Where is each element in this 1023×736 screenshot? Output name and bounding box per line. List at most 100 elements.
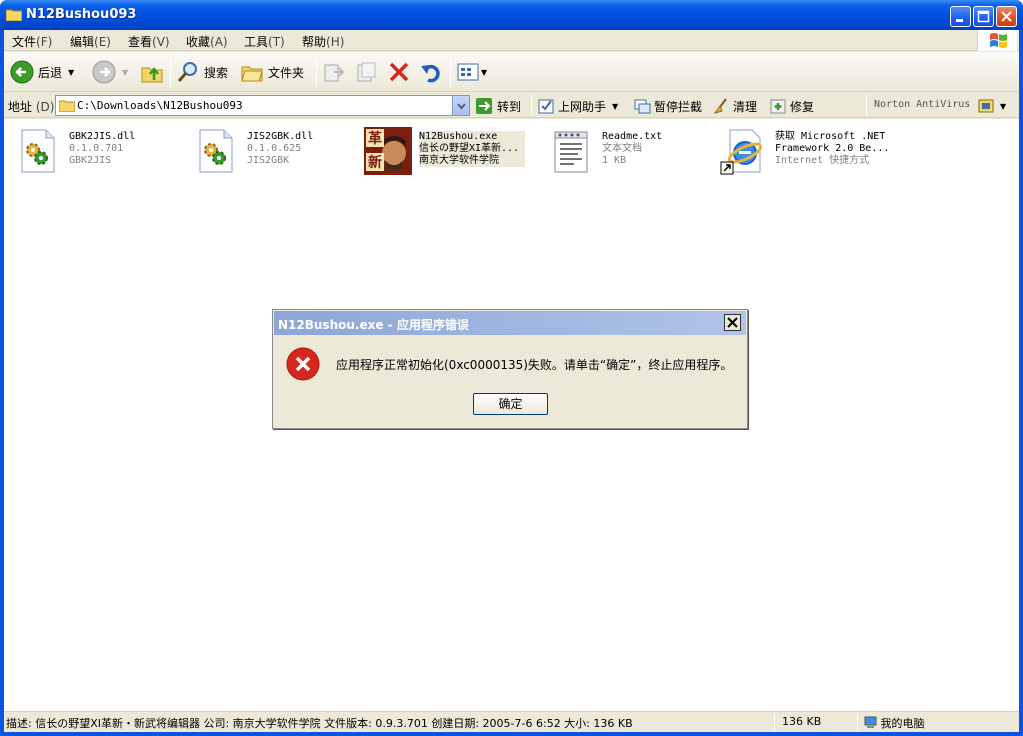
file-version: 0.1.0.701: [69, 143, 124, 154]
toolbar-separator: [531, 95, 532, 116]
web-helper-button[interactable]: 上网助手 ▼: [537, 96, 618, 116]
address-label: 地址 (D): [8, 100, 55, 114]
dialog-close-button[interactable]: [724, 314, 741, 331]
repair-icon: [770, 99, 786, 114]
forward-arrow-icon: [92, 60, 116, 84]
menu-view[interactable]: 查看(V): [128, 33, 170, 50]
internet-shortcut-icon: [720, 129, 763, 175]
svg-text:新: 新: [368, 154, 382, 171]
file-name: GBK2JIS.dll: [69, 131, 136, 142]
back-button[interactable]: 后退 ▼: [10, 58, 74, 86]
toolbar-separator: [450, 58, 451, 86]
go-button[interactable]: 转到: [475, 96, 521, 116]
status-location: 我的电脑: [864, 715, 925, 731]
toolbar: 后退 ▼ ▼ 搜索 文件夹 ▼: [4, 52, 1019, 92]
file-item[interactable]: Readme.txt 文本文档 1 KB: [547, 127, 725, 177]
ok-button[interactable]: 确定: [473, 393, 548, 415]
folders-button[interactable]: 文件夹: [240, 58, 304, 86]
folder-icon: [6, 9, 22, 21]
file-item[interactable]: 获取 Microsoft .NET Framework 2.0 Be... In…: [720, 127, 910, 177]
maximize-icon: [977, 10, 990, 23]
title-bar[interactable]: N12Bushou093: [0, 0, 1023, 30]
toolbar-separator: [866, 95, 867, 116]
views-icon: [457, 63, 479, 81]
file-item-selected[interactable]: 革 新 N12Bushou.exe 信长の野望XI革新... 南京大学软件学院: [364, 127, 540, 177]
undo-icon: [421, 64, 440, 83]
folder-icon: [59, 100, 75, 112]
svg-text:革: 革: [368, 130, 382, 147]
delete-x-icon: [389, 62, 409, 82]
file-name: JIS2GBK.dll: [247, 131, 314, 142]
menu-tools[interactable]: 工具(T): [244, 33, 285, 50]
file-size: 1 KB: [602, 155, 627, 166]
up-folder-icon: [141, 66, 163, 83]
norton-button[interactable]: ▼: [978, 96, 1006, 116]
address-path: C:\Downloads\N12Bushou093: [77, 99, 243, 112]
file-company: 南京大学软件学院: [419, 155, 499, 166]
file-description: GBK2JIS: [69, 155, 112, 166]
file-item[interactable]: GBK2JIS.dll 0.1.0.701 GBK2JIS: [14, 127, 192, 177]
file-type: Internet 快捷方式: [775, 155, 870, 166]
copy-to-button[interactable]: [355, 58, 379, 86]
search-icon: [177, 62, 197, 82]
forward-button[interactable]: ▼: [92, 58, 128, 86]
move-to-button[interactable]: [322, 58, 346, 86]
up-folder-button[interactable]: [140, 58, 164, 86]
maximize-button[interactable]: [973, 6, 994, 27]
menu-file[interactable]: 文件(F): [12, 33, 52, 50]
my-computer-icon: [864, 716, 877, 728]
close-icon: [727, 317, 738, 328]
popup-block-icon: [634, 99, 651, 114]
menu-favorites[interactable]: 收藏(A): [186, 33, 228, 50]
file-description: 信长の野望XI革新...: [419, 143, 520, 154]
file-name: Readme.txt: [602, 131, 663, 142]
broom-icon: [713, 98, 727, 114]
address-dropdown-button[interactable]: [452, 96, 469, 115]
toolbar-separator: [316, 58, 317, 86]
repair-button[interactable]: 修复: [769, 96, 814, 116]
forward-dropdown-icon[interactable]: ▼: [122, 68, 128, 77]
menu-help[interactable]: 帮助(H): [302, 33, 344, 50]
minimize-button[interactable]: [950, 6, 971, 27]
menu-edit[interactable]: 编辑(E): [70, 33, 111, 50]
windows-logo-icon: [977, 30, 1017, 51]
text-document-icon: [554, 131, 588, 173]
file-name: N12Bushou.exe: [419, 131, 498, 142]
back-dropdown-icon[interactable]: ▼: [68, 68, 74, 77]
minimize-icon: [956, 19, 963, 22]
close-button[interactable]: [996, 6, 1017, 27]
dll-gear-icon: [21, 129, 55, 173]
dialog-title-bar[interactable]: N12Bushou.exe - 应用程序错误: [274, 311, 746, 335]
move-to-icon: [324, 64, 345, 82]
status-size: 136 KB: [782, 715, 822, 728]
go-arrow-icon: [476, 98, 492, 114]
file-name-continued: Framework 2.0 Be...: [775, 143, 890, 154]
clean-button[interactable]: 清理: [712, 96, 757, 116]
address-input[interactable]: C:\Downloads\N12Bushou093: [55, 95, 470, 116]
menu-bar: 文件(F) 编辑(E) 查看(V) 收藏(A) 工具(T) 帮助(H): [4, 30, 1019, 51]
views-dropdown-icon[interactable]: ▼: [481, 68, 487, 77]
error-icon: [286, 347, 320, 381]
status-divider: [857, 714, 858, 731]
toolbar-separator: [170, 58, 171, 86]
web-helper-dropdown-icon[interactable]: ▼: [612, 102, 618, 111]
file-type: 文本文档: [602, 143, 642, 154]
file-version: 0.1.0.625: [247, 143, 302, 154]
file-item[interactable]: JIS2GBK.dll 0.1.0.625 JIS2GBK: [192, 127, 370, 177]
copy-to-icon: [357, 62, 376, 82]
popup-block-button[interactable]: 暂停拦截: [633, 96, 702, 116]
status-bar: 描述: 信长の野望XI革新・新武将编辑器 公司: 南京大学软件学院 文件版本: …: [4, 711, 1019, 732]
web-helper-icon: [538, 99, 554, 114]
delete-button[interactable]: [387, 58, 411, 86]
status-description: 描述: 信长の野望XI革新・新武将编辑器 公司: 南京大学软件学院 文件版本: …: [6, 717, 633, 730]
undo-button[interactable]: [419, 58, 443, 86]
warrior-exe-icon: 革 新: [364, 127, 412, 175]
norton-dropdown-icon[interactable]: ▼: [1000, 102, 1006, 111]
dialog-message: 应用程序正常初始化(0xc0000135)失败。请单击“确定”，终止应用程序。: [336, 358, 733, 372]
dialog-title: N12Bushou.exe - 应用程序错误: [278, 318, 469, 332]
folders-icon: [241, 66, 263, 82]
dll-gear-icon: [199, 129, 233, 173]
file-name: 获取 Microsoft .NET: [775, 131, 886, 142]
views-button[interactable]: ▼: [456, 58, 487, 86]
search-button[interactable]: 搜索: [176, 58, 228, 86]
